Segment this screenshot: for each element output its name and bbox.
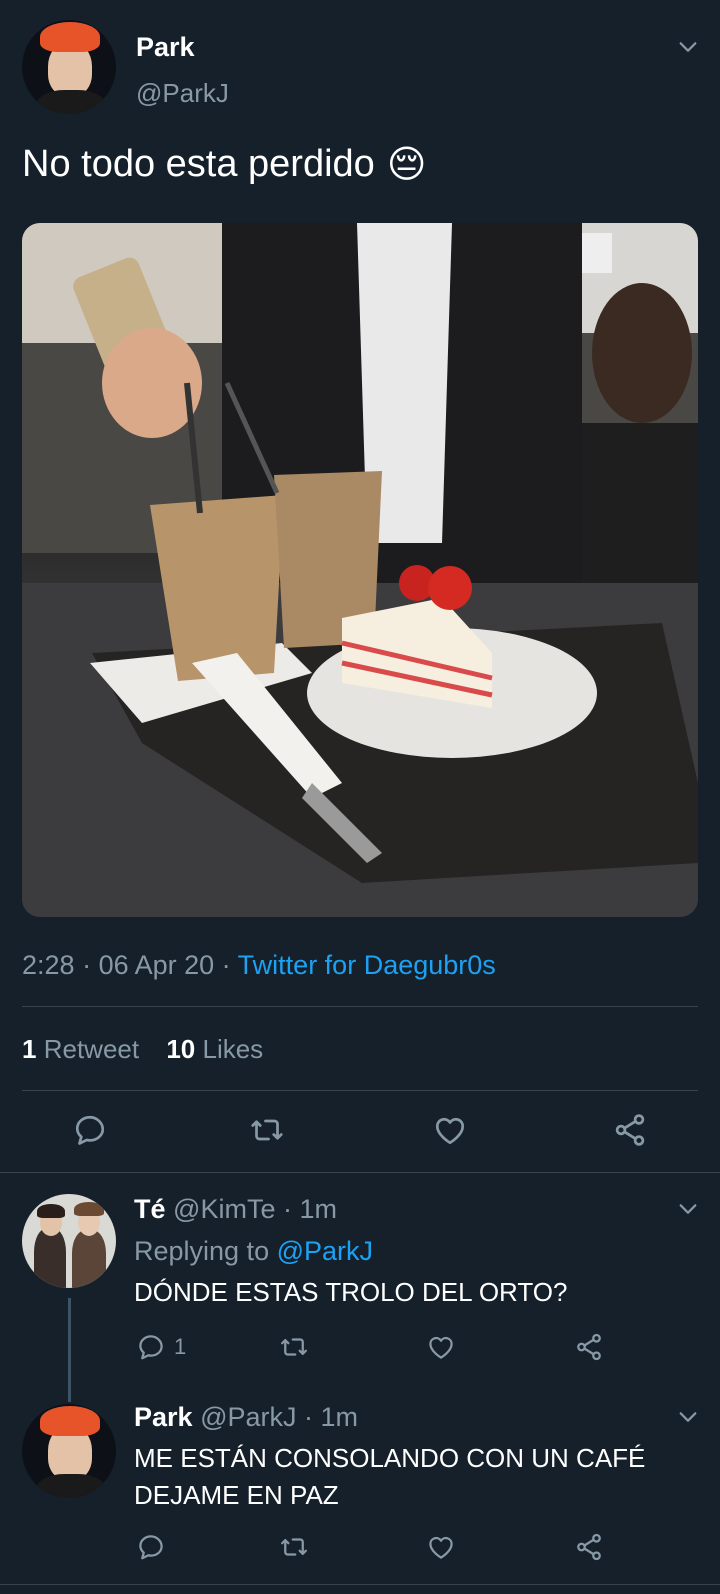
author-avatar[interactable] xyxy=(22,20,116,114)
share-icon xyxy=(615,1114,645,1146)
divider xyxy=(0,1172,720,1173)
retweet-count[interactable]: 1 Retweet xyxy=(22,1034,139,1064)
reply-header: Té @KimTe · 1m xyxy=(134,1194,337,1224)
tweet-time: 2:28 xyxy=(22,950,75,980)
heart-icon xyxy=(429,1336,453,1359)
reply-button[interactable] xyxy=(72,1112,108,1148)
heart-icon xyxy=(429,1536,453,1559)
reply-name[interactable]: Té xyxy=(134,1194,166,1224)
reply-name[interactable]: Park xyxy=(134,1402,193,1432)
reply-icon xyxy=(139,1335,163,1360)
reply-icon xyxy=(75,1115,105,1145)
retweet-button[interactable] xyxy=(278,1532,310,1562)
author-handle[interactable]: @ParkJ xyxy=(136,78,229,109)
like-button[interactable] xyxy=(432,1112,468,1148)
reply-text: ME ESTÁN CONSOLANDO CON UN CAFÉ DEJAME E… xyxy=(134,1443,646,1510)
reply-handle[interactable]: @ParkJ xyxy=(200,1402,296,1432)
heart-icon xyxy=(435,1117,465,1145)
replying-to: Replying to @ParkJ xyxy=(134,1236,374,1266)
reply-text: DÓNDE ESTAS TROLO DEL ORTO? xyxy=(134,1277,568,1307)
chevron-down-icon[interactable] xyxy=(677,1406,699,1428)
like-button[interactable] xyxy=(426,1532,456,1562)
retweet-icon xyxy=(281,1538,307,1556)
cafe-photo-illustration xyxy=(22,223,698,917)
chevron-down-icon[interactable] xyxy=(677,36,699,58)
reply-time: 1m xyxy=(320,1402,359,1432)
author-name[interactable]: Park xyxy=(136,32,195,63)
reply-button[interactable] xyxy=(136,1532,166,1562)
retweet-icon xyxy=(281,1338,307,1356)
divider xyxy=(22,1090,698,1091)
replying-to-handle[interactable]: @ParkJ xyxy=(277,1236,373,1266)
share-button[interactable] xyxy=(574,1332,604,1362)
retweet-button[interactable] xyxy=(248,1112,286,1148)
share-button[interactable] xyxy=(612,1112,648,1148)
retweet-icon xyxy=(251,1119,283,1141)
tweet-photo[interactable] xyxy=(22,223,698,917)
thread-line xyxy=(68,1298,71,1402)
tweet-meta: 2:28 · 06 Apr 20 · Twitter for Daegubr0s xyxy=(22,950,496,980)
share-icon xyxy=(577,1333,601,1361)
reply-handle[interactable]: @KimTe xyxy=(173,1194,275,1224)
reply-icon xyxy=(139,1535,163,1560)
chevron-down-icon[interactable] xyxy=(677,1198,699,1220)
tweet-source[interactable]: Twitter for Daegubr0s xyxy=(238,950,496,980)
pensive-emoji: 😔 xyxy=(386,144,427,186)
share-icon xyxy=(577,1533,601,1561)
divider xyxy=(0,1584,720,1585)
reply-avatar[interactable] xyxy=(22,1404,116,1498)
reply-header: Park @ParkJ · 1m xyxy=(134,1402,359,1432)
reply-count: 1 xyxy=(174,1334,187,1359)
reply-button[interactable]: 1 xyxy=(136,1332,186,1362)
reply-time: 1m xyxy=(299,1194,337,1224)
reply-avatar[interactable] xyxy=(22,1194,116,1288)
like-button[interactable] xyxy=(426,1332,456,1362)
engagement-counts: 1 Retweet 10 Likes xyxy=(22,1034,263,1065)
divider xyxy=(22,1006,698,1007)
like-count[interactable]: 10 Likes xyxy=(166,1034,263,1064)
retweet-button[interactable] xyxy=(278,1332,310,1362)
share-button[interactable] xyxy=(574,1532,604,1562)
tweet-text: No todo esta perdido 😔 xyxy=(22,143,427,186)
tweet-date: 06 Apr 20 xyxy=(98,950,215,980)
